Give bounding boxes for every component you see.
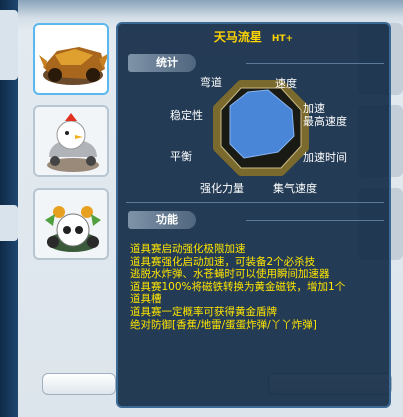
kart-1-image [39,47,107,85]
kart-item-2[interactable] [33,105,109,177]
left-tab-upper[interactable] [0,10,18,80]
stat-label-stability: 稳定性 [170,109,203,122]
features-divider [246,220,384,221]
stat-label-boost-time: 加速时间 [303,151,347,164]
feature-line: 绝对防御[香蕉/地雷/蛋蛋炸弹/丫丫炸弹] [130,318,317,331]
kart-item-1[interactable] [33,23,109,95]
stat-label-cornering: 弯道 [200,76,222,89]
stat-label-top-speed: 最高速度 [303,115,347,128]
kart-item-3[interactable] [33,188,109,260]
feature-line: 道具赛强化启动加速，可装备2个必杀技 [130,255,316,268]
features-heading: 功能 [128,211,196,229]
feature-line: 道具赛一定概率可获得黄金盾牌 [130,305,277,318]
feature-list: 道具赛启动强化极限加速 道具赛强化启动加速，可装备2个必杀技 逃脱水炸弹、水苍蝇… [130,243,390,331]
feature-line: 道具赛100%将磁铁转换为黄金磁铁，增加1个 [130,280,346,293]
feature-line: 道具槽 [130,293,162,306]
left-tab-lower[interactable] [0,205,18,241]
feature-line: 逃脱水炸弹、水苍蝇时可以使用瞬间加速器 [130,268,330,281]
kart-tooltip: 天马流星 HT+ 统计 弯道 速度 加速 最高速度 加速时间 集气速度 强化力量 … [116,22,391,408]
kart-3-image [45,206,101,252]
stat-label-boost-power: 强化力量 [200,182,244,195]
left-edge-strip [0,0,18,417]
stat-label-speed: 速度 [275,77,297,90]
prev-page-button[interactable] [42,373,116,395]
stat-label-charge-speed: 集气速度 [273,182,317,195]
stat-label-balance: 平衡 [170,150,192,163]
feature-line: 道具赛启动强化极限加速 [130,243,246,255]
kart-2-image [47,113,99,172]
stats-radar-chart [213,80,309,176]
features-divider-top [126,202,384,203]
